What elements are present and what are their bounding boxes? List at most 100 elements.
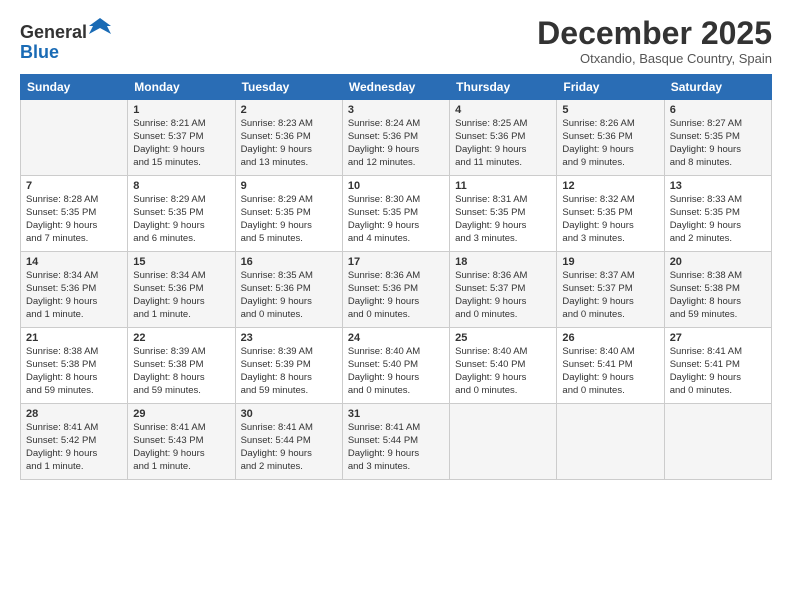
cell-w0-d3: 3Sunrise: 8:24 AMSunset: 5:36 PMDaylight… xyxy=(342,100,449,176)
cell-line: Daylight: 9 hours xyxy=(670,220,766,233)
cell-text: Sunrise: 8:41 AMSunset: 5:42 PMDaylight:… xyxy=(26,422,122,473)
cell-text: Sunrise: 8:36 AMSunset: 5:36 PMDaylight:… xyxy=(348,270,444,321)
cell-line: Sunrise: 8:40 AM xyxy=(562,346,658,359)
cell-text: Sunrise: 8:34 AMSunset: 5:36 PMDaylight:… xyxy=(26,270,122,321)
cell-line: Sunset: 5:37 PM xyxy=(562,283,658,296)
header: General Blue December 2025 Otxandio, Bas… xyxy=(20,16,772,66)
cell-w1-d4: 11Sunrise: 8:31 AMSunset: 5:35 PMDayligh… xyxy=(450,176,557,252)
cell-w3-d6: 27Sunrise: 8:41 AMSunset: 5:41 PMDayligh… xyxy=(664,328,771,404)
cell-text: Sunrise: 8:29 AMSunset: 5:35 PMDaylight:… xyxy=(241,194,337,245)
cell-line: and 3 minutes. xyxy=(348,461,444,474)
cell-w4-d6 xyxy=(664,404,771,480)
cell-w0-d4: 4Sunrise: 8:25 AMSunset: 5:36 PMDaylight… xyxy=(450,100,557,176)
cell-line: Sunset: 5:40 PM xyxy=(348,359,444,372)
day-number: 29 xyxy=(133,408,229,420)
cell-line: Daylight: 9 hours xyxy=(133,296,229,309)
cell-line: Sunrise: 8:25 AM xyxy=(455,118,551,131)
cell-w1-d5: 12Sunrise: 8:32 AMSunset: 5:35 PMDayligh… xyxy=(557,176,664,252)
cell-w0-d0 xyxy=(21,100,128,176)
cell-line: Daylight: 9 hours xyxy=(133,144,229,157)
col-monday: Monday xyxy=(128,75,235,100)
cell-text: Sunrise: 8:41 AMSunset: 5:44 PMDaylight:… xyxy=(241,422,337,473)
cell-line: Sunset: 5:35 PM xyxy=(670,207,766,220)
logo-text-general: General xyxy=(20,22,87,42)
cell-line: Sunrise: 8:39 AM xyxy=(241,346,337,359)
cell-line: Sunset: 5:36 PM xyxy=(455,131,551,144)
cell-line: Sunset: 5:38 PM xyxy=(670,283,766,296)
week-row-2: 14Sunrise: 8:34 AMSunset: 5:36 PMDayligh… xyxy=(21,252,772,328)
cell-w0-d6: 6Sunrise: 8:27 AMSunset: 5:35 PMDaylight… xyxy=(664,100,771,176)
cell-text: Sunrise: 8:24 AMSunset: 5:36 PMDaylight:… xyxy=(348,118,444,169)
cell-line: Sunrise: 8:35 AM xyxy=(241,270,337,283)
page-container: General Blue December 2025 Otxandio, Bas… xyxy=(0,0,792,490)
cell-line: Daylight: 9 hours xyxy=(133,448,229,461)
cell-w2-d6: 20Sunrise: 8:38 AMSunset: 5:38 PMDayligh… xyxy=(664,252,771,328)
cell-line: and 12 minutes. xyxy=(348,157,444,170)
cell-line: Sunset: 5:35 PM xyxy=(348,207,444,220)
cell-line: Sunrise: 8:38 AM xyxy=(26,346,122,359)
cell-line: and 0 minutes. xyxy=(562,309,658,322)
cell-text: Sunrise: 8:39 AMSunset: 5:38 PMDaylight:… xyxy=(133,346,229,397)
cell-line: Daylight: 9 hours xyxy=(348,448,444,461)
cell-text: Sunrise: 8:34 AMSunset: 5:36 PMDaylight:… xyxy=(133,270,229,321)
cell-w1-d0: 7Sunrise: 8:28 AMSunset: 5:35 PMDaylight… xyxy=(21,176,128,252)
cell-text: Sunrise: 8:33 AMSunset: 5:35 PMDaylight:… xyxy=(670,194,766,245)
cell-line: Sunset: 5:36 PM xyxy=(241,131,337,144)
cell-line: Sunset: 5:35 PM xyxy=(562,207,658,220)
cell-w2-d3: 17 Sunrise: 8:36 AMSunset: 5:36 PMDayligh… xyxy=(342,252,449,328)
day-number: 27 xyxy=(670,332,766,344)
cell-w3-d4: 25Sunrise: 8:40 AMSunset: 5:40 PMDayligh… xyxy=(450,328,557,404)
col-saturday: Saturday xyxy=(664,75,771,100)
day-number: 5 xyxy=(562,104,658,116)
cell-line: and 13 minutes. xyxy=(241,157,337,170)
cell-line: Sunrise: 8:41 AM xyxy=(26,422,122,435)
day-number: 1 xyxy=(133,104,229,116)
cell-w1-d3: 10Sunrise: 8:30 AMSunset: 5:35 PMDayligh… xyxy=(342,176,449,252)
cell-w4-d2: 30 Sunrise: 8:41 AMSunset: 5:44 PMDayligh… xyxy=(235,404,342,480)
cell-line: Daylight: 9 hours xyxy=(348,372,444,385)
cell-text: Sunrise: 8:41 AMSunset: 5:43 PMDaylight:… xyxy=(133,422,229,473)
cell-line: Daylight: 9 hours xyxy=(455,144,551,157)
cell-text: Sunrise: 8:28 AMSunset: 5:35 PMDaylight:… xyxy=(26,194,122,245)
cell-w0-d2: 2Sunrise: 8:23 AMSunset: 5:36 PMDaylight… xyxy=(235,100,342,176)
cell-line: Sunset: 5:35 PM xyxy=(455,207,551,220)
col-tuesday: Tuesday xyxy=(235,75,342,100)
cell-line: Sunset: 5:41 PM xyxy=(562,359,658,372)
cell-line: Daylight: 9 hours xyxy=(26,220,122,233)
logo-bird-icon xyxy=(89,16,111,38)
cell-line: and 59 minutes. xyxy=(670,309,766,322)
cell-text: Sunrise: 8:26 AMSunset: 5:36 PMDaylight:… xyxy=(562,118,658,169)
cell-line: and 8 minutes. xyxy=(670,157,766,170)
cell-text: Sunrise: 8:40 AMSunset: 5:40 PMDaylight:… xyxy=(455,346,551,397)
title-block: December 2025 Otxandio, Basque Country, … xyxy=(537,16,772,66)
calendar-table: Sunday Monday Tuesday Wednesday Thursday… xyxy=(20,74,772,480)
cell-w3-d1: 22Sunrise: 8:39 AMSunset: 5:38 PMDayligh… xyxy=(128,328,235,404)
cell-line: Sunset: 5:36 PM xyxy=(133,283,229,296)
day-number: 30 xyxy=(241,408,337,420)
cell-w2-d2: 16Sunrise: 8:35 AMSunset: 5:36 PMDayligh… xyxy=(235,252,342,328)
day-number: 17 xyxy=(348,256,444,268)
cell-w1-d6: 13Sunrise: 8:33 AMSunset: 5:35 PMDayligh… xyxy=(664,176,771,252)
cell-line: and 3 minutes. xyxy=(562,233,658,246)
cell-line: and 9 minutes. xyxy=(562,157,658,170)
cell-line: and 2 minutes. xyxy=(241,461,337,474)
cell-w3-d0: 21Sunrise: 8:38 AMSunset: 5:38 PMDayligh… xyxy=(21,328,128,404)
cell-line: Sunrise: 8:30 AM xyxy=(348,194,444,207)
day-number: 21 xyxy=(26,332,122,344)
cell-line: Daylight: 9 hours xyxy=(133,220,229,233)
cell-line: Daylight: 9 hours xyxy=(562,144,658,157)
cell-line: and 59 minutes. xyxy=(133,385,229,398)
cell-text: Sunrise: 8:39 AMSunset: 5:39 PMDaylight:… xyxy=(241,346,337,397)
cell-w3-d3: 24Sunrise: 8:40 AMSunset: 5:40 PMDayligh… xyxy=(342,328,449,404)
cell-line: Sunset: 5:40 PM xyxy=(455,359,551,372)
cell-line: Daylight: 9 hours xyxy=(241,448,337,461)
cell-line: Daylight: 9 hours xyxy=(241,296,337,309)
cell-line: Sunrise: 8:41 AM xyxy=(133,422,229,435)
cell-line: Daylight: 9 hours xyxy=(562,372,658,385)
cell-text: Sunrise: 8:41 AMSunset: 5:44 PMDaylight:… xyxy=(348,422,444,473)
cell-line: Sunrise: 8:37 AM xyxy=(562,270,658,283)
cell-text: Sunrise: 8:29 AMSunset: 5:35 PMDaylight:… xyxy=(133,194,229,245)
cell-line: Daylight: 9 hours xyxy=(348,144,444,157)
cell-line: and 0 minutes. xyxy=(241,309,337,322)
col-friday: Friday xyxy=(557,75,664,100)
